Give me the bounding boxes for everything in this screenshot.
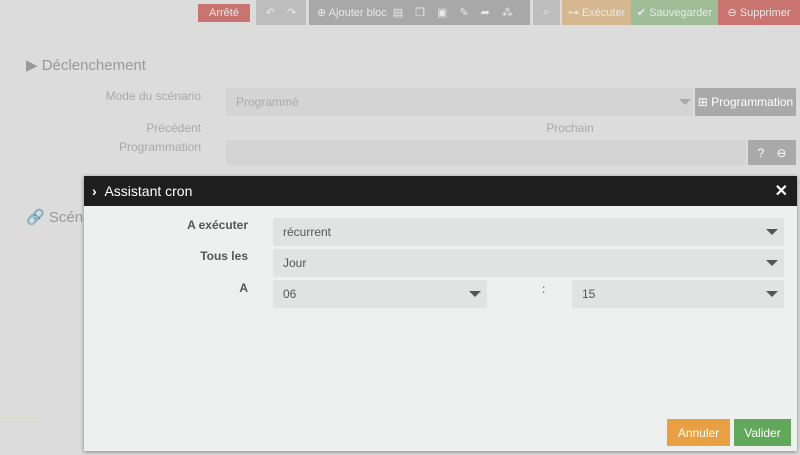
chevron-down-icon — [766, 229, 778, 235]
link-icon: 🔗 — [26, 209, 45, 226]
every-label: Tous les — [200, 249, 248, 263]
programmation-actions: ? ⊖ — [748, 140, 796, 165]
trigger-section-title: ▶ Déclenchement — [26, 56, 146, 74]
minus-circle-icon: ⊖ — [727, 7, 740, 19]
chevron-down-icon — [679, 99, 691, 105]
edit-icon[interactable]: ✎ — [459, 6, 468, 19]
delete-button[interactable]: ⊖ Supprimer — [718, 0, 800, 25]
delete-label: Supprimer — [739, 6, 791, 19]
save-label: Sauvegarder — [649, 6, 713, 19]
check-icon: ✔ — [636, 7, 650, 19]
hour-value: 06 — [283, 287, 297, 301]
execute-type-label: A exécuter — [187, 218, 248, 232]
add-block-label: Ajouter bloc — [328, 7, 387, 19]
copy-icon[interactable]: ❐ — [415, 6, 425, 19]
save-button[interactable]: ✔ Sauvegarder — [631, 0, 718, 25]
status-text: Arrêté — [209, 7, 239, 19]
validate-button[interactable]: Valider — [734, 419, 791, 446]
next-label: Prochain — [546, 121, 594, 135]
search-button[interactable]: ⌕ — [533, 0, 560, 25]
remove-icon[interactable]: ⊖ — [776, 146, 786, 160]
add-block-button[interactable]: ⊕ Ajouter bloc — [317, 6, 387, 19]
chevron-down-icon — [766, 291, 778, 297]
modal-header: › Assistant cron ✕ — [84, 176, 797, 206]
chevron-right-icon: › — [92, 183, 105, 199]
chevron-down-icon — [766, 260, 778, 266]
every-select[interactable]: Jour — [273, 249, 784, 277]
minute-value: 15 — [582, 287, 596, 301]
edit-toolbar: ⊕ Ajouter bloc ▤ ❐ ▣ ✎ ➦ ⁂ — [309, 0, 530, 25]
mode-label: Mode du scénario — [105, 89, 201, 103]
search-icon: ⌕ — [543, 6, 550, 18]
template-icon[interactable]: ▣ — [437, 6, 447, 19]
modal-title: Assistant cron — [104, 183, 193, 199]
execute-type-value: récurrent — [283, 225, 332, 239]
time-separator: : — [542, 282, 546, 296]
cron-assistant-modal: › Assistant cron ✕ A exécuter récurrent … — [84, 176, 797, 451]
gamepad-icon: ⊶ — [567, 7, 582, 19]
scenario-section-title: 🔗 Scéna — [26, 208, 91, 226]
close-icon[interactable]: ✕ — [775, 181, 788, 201]
execute-button[interactable]: ⊶ Exécuter — [562, 0, 631, 25]
execute-label: Exécuter — [581, 6, 626, 19]
trigger-title: Déclenchement — [41, 57, 146, 74]
status-badge: Arrêté — [198, 4, 250, 22]
log-icon[interactable]: ▤ — [393, 6, 403, 19]
previous-label: Précédent — [146, 121, 201, 135]
hour-select[interactable]: 06 — [273, 280, 487, 308]
programmation-input[interactable] — [226, 140, 746, 165]
minute-select[interactable]: 15 — [572, 280, 784, 308]
chevron-down-icon — [469, 291, 481, 297]
mode-select[interactable]: Programmé — [226, 88, 693, 116]
share-icon[interactable]: ➦ — [481, 6, 490, 19]
dependencies-icon[interactable]: ⁂ — [502, 6, 513, 19]
programmation-label: Programmation — [118, 140, 201, 154]
cancel-button[interactable]: Annuler — [667, 419, 730, 446]
plus-square-icon: ⊞ — [697, 95, 712, 109]
undo-icon[interactable]: ↶ — [266, 6, 275, 19]
history-group: ↶ ↷ — [256, 0, 306, 25]
execute-type-select[interactable]: récurrent — [273, 218, 784, 246]
redo-icon[interactable]: ↷ — [287, 6, 296, 19]
at-label: A — [239, 281, 248, 295]
play-icon: ▶ — [26, 57, 38, 74]
divider — [0, 418, 42, 419]
add-programmation-button[interactable]: ⊞ Programmation — [695, 88, 796, 116]
mode-value: Programmé — [236, 95, 299, 109]
every-value: Jour — [283, 256, 307, 270]
help-icon[interactable]: ? — [758, 146, 765, 160]
add-programmation-label: Programmation — [711, 95, 794, 109]
